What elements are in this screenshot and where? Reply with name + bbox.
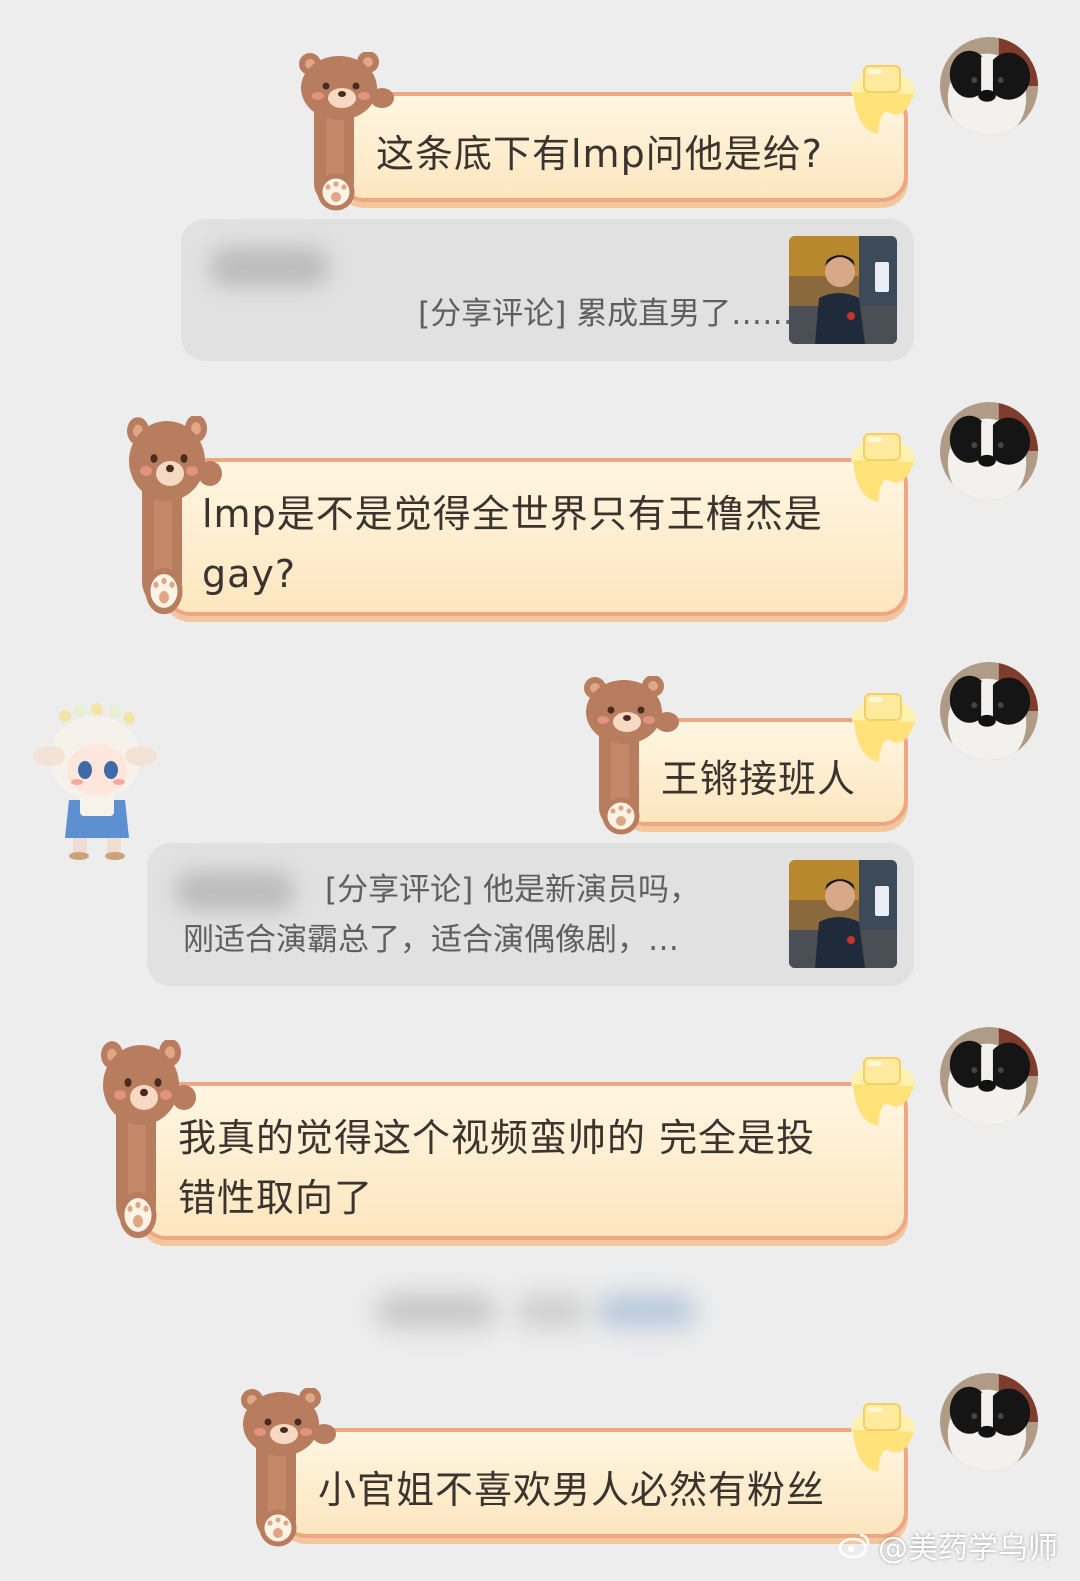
- butter-icon: [848, 60, 918, 140]
- doll-avatar-icon: [33, 703, 157, 860]
- message-bubble[interactable]: 这条底下有lmp问他是给?: [296, 44, 916, 214]
- message-bubble[interactable]: 王锵接班人: [581, 672, 916, 838]
- message-text: lmp是不是觉得全世界只有王橹杰是 gay?: [202, 492, 823, 596]
- watermark: @美药学乌师: [838, 1523, 1058, 1567]
- share-label: [分享评论]: [325, 872, 474, 908]
- avatar-self[interactable]: [940, 662, 1038, 760]
- shared-comment-text: [分享评论] 他是新演员吗， 刚适合演霸总了，适合演偶像剧，…: [183, 865, 700, 965]
- thumbnail-image: [789, 860, 897, 968]
- message-bubble[interactable]: 我真的觉得这个视频蛮帅的 完全是投 错性取向了: [98, 1036, 916, 1256]
- share-body: 累成直男了……: [576, 296, 794, 332]
- avatar-self[interactable]: [940, 402, 1038, 500]
- thumbnail-image: [789, 236, 897, 344]
- blurred-system-text: [376, 1290, 696, 1334]
- avatar-self[interactable]: [940, 1027, 1038, 1125]
- video-thumbnail[interactable]: [789, 236, 897, 344]
- share-label: [分享评论]: [418, 296, 567, 332]
- butter-icon: [848, 1052, 918, 1132]
- message-text: 小官姐不喜欢男人必然有粉丝: [318, 1468, 826, 1512]
- message-bubble[interactable]: 小官姐不喜欢男人必然有粉丝: [238, 1382, 916, 1552]
- message-text: 我真的觉得这个视频蛮帅的 完全是投 错性取向了: [178, 1116, 816, 1220]
- shared-comment-card[interactable]: [分享评论] 累成直男了……: [181, 219, 914, 361]
- blurred-username: [209, 247, 329, 287]
- butter-icon: [848, 1398, 918, 1478]
- dog-avatar-icon: [940, 1373, 1038, 1471]
- weibo-logo-icon: [838, 1533, 870, 1559]
- shared-comment-text: [分享评论] 累成直男了……: [359, 239, 793, 389]
- watermark-text: @美药学乌师: [878, 1531, 1058, 1566]
- avatar-self[interactable]: [940, 37, 1038, 135]
- avatar-self[interactable]: [940, 1373, 1038, 1471]
- message-bubble[interactable]: lmp是不是觉得全世界只有王橹杰是 gay?: [124, 412, 916, 632]
- message-text: 这条底下有lmp问他是给?: [376, 132, 823, 176]
- butter-icon: [848, 428, 918, 508]
- shared-comment-card[interactable]: [分享评论] 他是新演员吗， 刚适合演霸总了，适合演偶像剧，…: [147, 843, 914, 986]
- message-text: 王锵接班人: [661, 757, 857, 801]
- avatar-other[interactable]: [25, 700, 160, 860]
- butter-icon: [849, 688, 919, 768]
- dog-avatar-icon: [940, 1027, 1038, 1125]
- dog-avatar-icon: [940, 37, 1038, 135]
- dog-avatar-icon: [940, 402, 1038, 500]
- chat-area[interactable]: 这条底下有lmp问他是给? [分享评论] 累成直男了…… lmp是不是觉得全世界…: [0, 0, 1080, 1581]
- video-thumbnail[interactable]: [789, 860, 897, 968]
- dog-avatar-icon: [940, 662, 1038, 760]
